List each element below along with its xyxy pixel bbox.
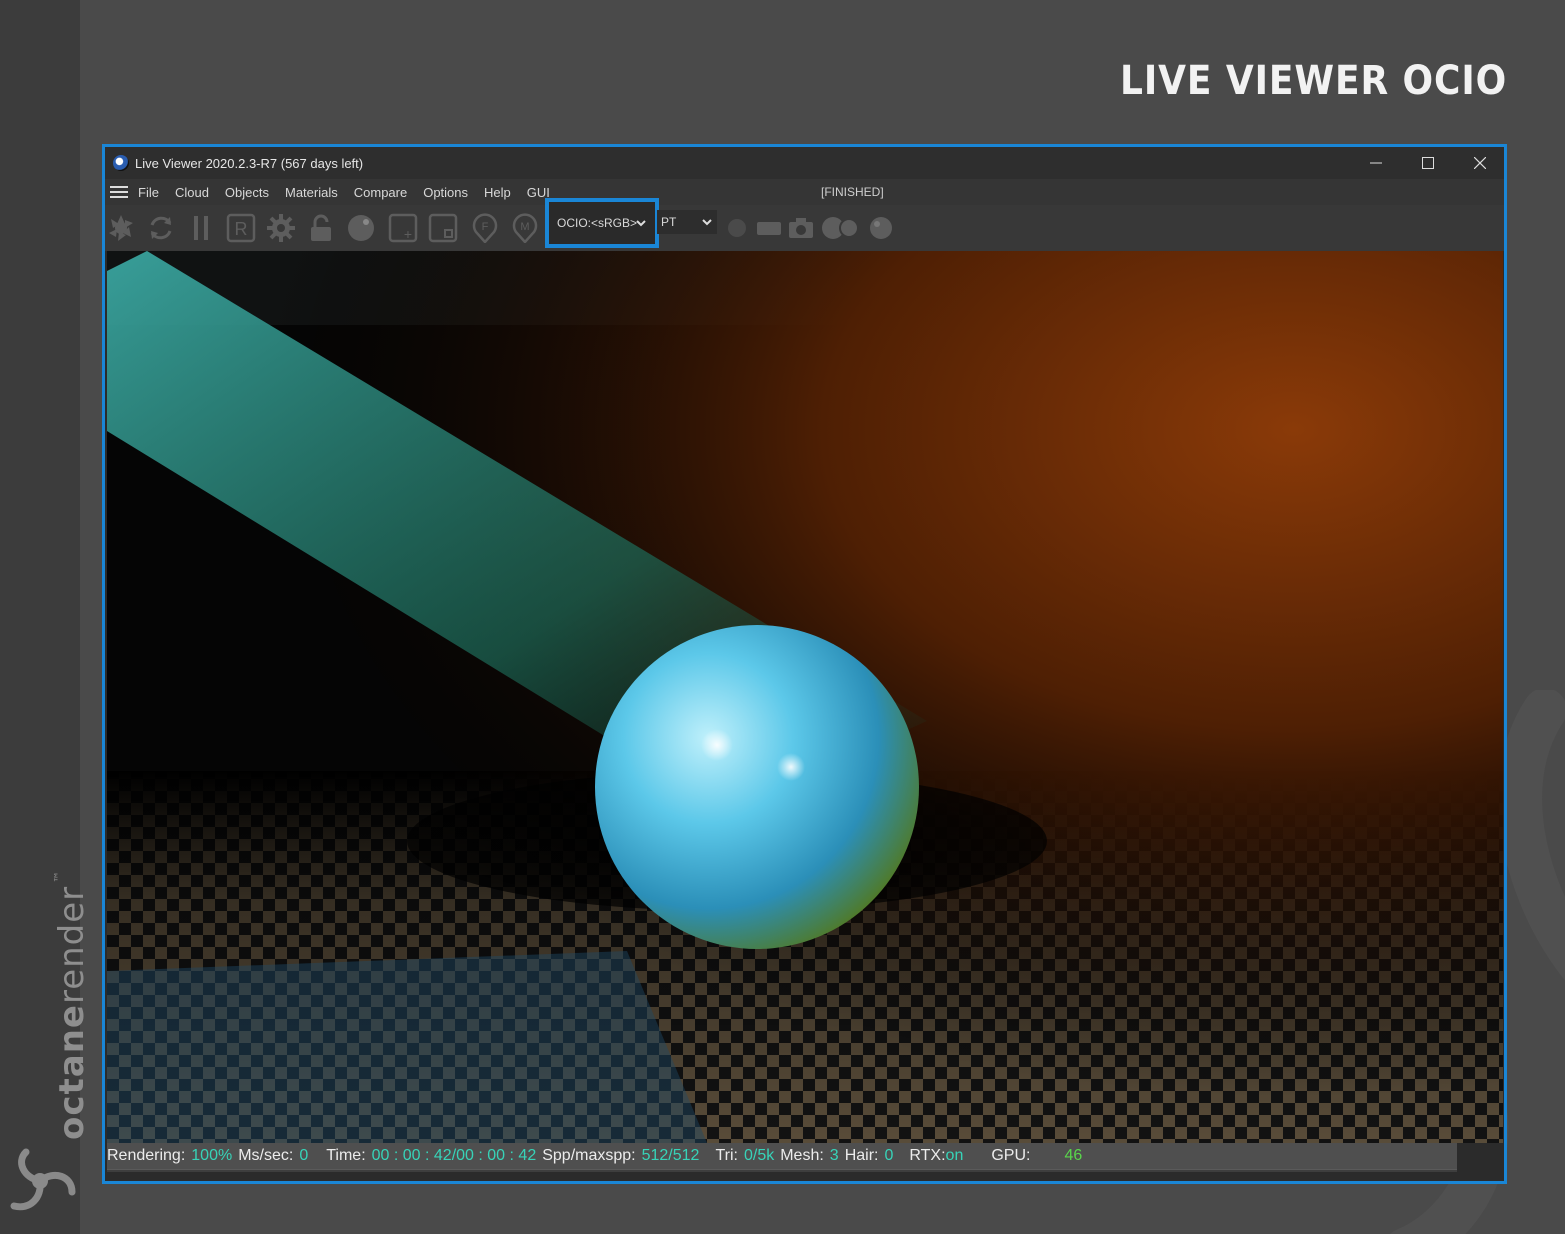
hair-label: Hair: bbox=[844, 1147, 879, 1164]
mesh-value: 3 bbox=[829, 1147, 839, 1164]
window-titlebar[interactable]: Live Viewer 2020.2.3-R7 (567 days left) bbox=[105, 147, 1504, 179]
record-button[interactable] bbox=[721, 212, 753, 244]
aperture-button[interactable] bbox=[105, 212, 137, 244]
maximize-icon bbox=[1422, 157, 1434, 169]
unlock-icon bbox=[311, 214, 331, 241]
brand-word-bold: render bbox=[52, 885, 92, 1005]
mssec-value: 0 bbox=[299, 1147, 309, 1164]
m-pin-icon: M bbox=[512, 213, 538, 243]
window-title: Live Viewer 2020.2.3-R7 (567 days left) bbox=[135, 155, 364, 171]
menu-compare[interactable]: Compare bbox=[354, 185, 407, 200]
close-button[interactable] bbox=[1454, 147, 1504, 179]
add-region-button[interactable]: + bbox=[387, 212, 419, 244]
ball-button[interactable] bbox=[865, 212, 897, 244]
restart-button[interactable]: R bbox=[225, 212, 257, 244]
balls-icon bbox=[822, 217, 859, 239]
gear-icon bbox=[267, 214, 295, 242]
mesh-label: Mesh: bbox=[780, 1147, 824, 1164]
menu-bar: File Cloud Objects Materials Compare Opt… bbox=[105, 179, 1504, 205]
material-pick-button[interactable]: M bbox=[509, 212, 541, 244]
ball-icon bbox=[870, 217, 892, 239]
focus-region-button[interactable] bbox=[427, 212, 459, 244]
kernel-select-value: PT bbox=[661, 215, 677, 229]
compare-button[interactable] bbox=[821, 212, 861, 244]
sphere-icon bbox=[348, 215, 374, 241]
camera-icon bbox=[789, 218, 813, 238]
refresh-button[interactable] bbox=[145, 212, 177, 244]
live-viewer-window: Live Viewer 2020.2.3-R7 (567 days left) … bbox=[102, 144, 1507, 1184]
mssec-label: Ms/sec: bbox=[238, 1147, 294, 1164]
menu-objects[interactable]: Objects bbox=[225, 185, 269, 200]
svg-text:F: F bbox=[482, 221, 489, 233]
minimize-icon bbox=[1370, 162, 1382, 164]
material-sphere-button[interactable] bbox=[345, 212, 377, 244]
time-value: 00 : 00 : 42/00 : 00 : 42 bbox=[371, 1147, 537, 1164]
rtx-label: RTX: bbox=[909, 1147, 946, 1164]
spp-label: Spp/maxspp: bbox=[542, 1147, 636, 1164]
hamburger-menu-icon[interactable] bbox=[110, 186, 128, 198]
render-status-label: [FINISHED] bbox=[821, 185, 884, 199]
refresh-icon bbox=[150, 216, 172, 240]
menu-options[interactable]: Options bbox=[423, 185, 468, 200]
hair-value: 0 bbox=[884, 1147, 894, 1164]
close-icon bbox=[1474, 157, 1486, 169]
rendering-label: Rendering: bbox=[107, 1147, 186, 1164]
menu-materials[interactable]: Materials bbox=[285, 185, 338, 200]
minimize-button[interactable] bbox=[1350, 147, 1402, 179]
menu-file[interactable]: File bbox=[138, 185, 159, 200]
menu-cloud[interactable]: Cloud bbox=[175, 185, 209, 200]
page-title: LIVE VIEWER OCIO bbox=[1119, 58, 1507, 104]
svg-text:R: R bbox=[235, 219, 248, 239]
pause-button[interactable] bbox=[185, 212, 217, 244]
pause-icon bbox=[194, 216, 208, 240]
focus-pick-button[interactable]: F bbox=[469, 212, 501, 244]
settings-button[interactable] bbox=[265, 212, 297, 244]
lock-button[interactable] bbox=[305, 212, 337, 244]
svg-text:+: + bbox=[404, 226, 412, 242]
filmstrip-icon bbox=[757, 222, 781, 235]
status-divider bbox=[107, 1169, 1457, 1172]
toolbar: R + F M bbox=[105, 205, 1504, 251]
brand-trademark: ™ bbox=[52, 869, 66, 883]
brand-wordmark: octanerender ™ bbox=[52, 870, 92, 1140]
film-button[interactable] bbox=[753, 212, 785, 244]
tri-value: 0/5k bbox=[743, 1147, 775, 1164]
cinema4d-app-icon bbox=[113, 155, 129, 171]
ocio-highlight: OCIO:<sRGB> bbox=[545, 198, 659, 248]
gpu-label: GPU: bbox=[991, 1147, 1031, 1164]
tri-label: Tri: bbox=[715, 1147, 738, 1164]
r-box-icon: R bbox=[226, 213, 256, 243]
chevron-down-icon bbox=[702, 219, 712, 226]
f-pin-icon: F bbox=[472, 213, 498, 243]
kernel-select[interactable]: PT bbox=[657, 210, 717, 234]
ocio-select-value: OCIO:<sRGB> bbox=[557, 216, 638, 230]
snapshot-button[interactable] bbox=[785, 212, 817, 244]
focus-region-icon bbox=[428, 213, 458, 243]
octane-logo-icon bbox=[10, 1148, 76, 1211]
rendering-value: 100% bbox=[191, 1147, 233, 1164]
time-label: Time: bbox=[326, 1147, 366, 1164]
rtx-value: on bbox=[945, 1147, 964, 1164]
ocio-select[interactable]: OCIO:<sRGB> bbox=[553, 211, 651, 235]
render-image bbox=[107, 251, 1503, 1143]
gpu-value: 46 bbox=[1064, 1147, 1083, 1164]
svg-text:M: M bbox=[520, 221, 529, 233]
status-bar: Rendering: 100% Ms/sec: 0 Time: 00 : 00 … bbox=[107, 1143, 1457, 1169]
dot-icon bbox=[728, 219, 746, 237]
add-region-icon: + bbox=[388, 213, 418, 243]
menu-help[interactable]: Help bbox=[484, 185, 511, 200]
maximize-button[interactable] bbox=[1402, 147, 1454, 179]
chevron-down-icon bbox=[636, 220, 646, 227]
brand-word-light: octane bbox=[52, 1004, 92, 1140]
spp-value: 512/512 bbox=[641, 1147, 700, 1164]
aperture-icon bbox=[109, 215, 133, 241]
render-viewport[interactable] bbox=[107, 251, 1503, 1143]
